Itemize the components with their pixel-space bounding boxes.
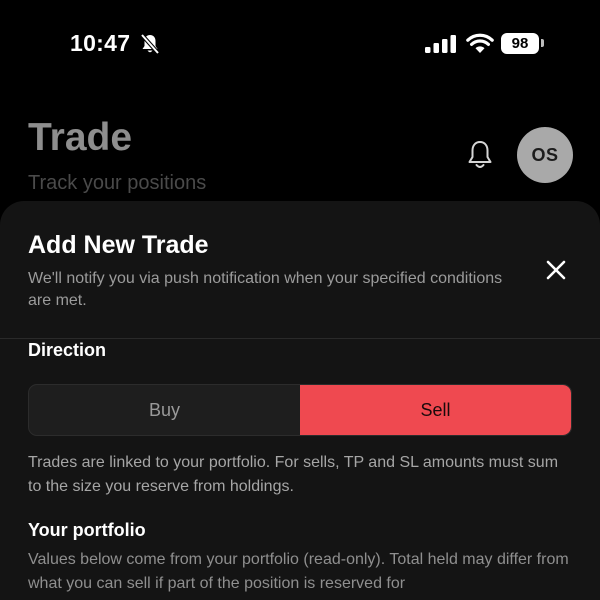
cellular-signal-icon xyxy=(425,35,456,53)
trade-screen: 10:47 98 Trade Track your positions OS A… xyxy=(0,0,600,600)
direction-toggle: Buy Sell xyxy=(28,384,572,436)
avatar-initials: OS xyxy=(531,144,559,165)
battery-icon: 98 xyxy=(501,33,539,54)
status-time: 10:47 xyxy=(70,30,131,56)
add-trade-sheet: Add New Trade We'll notify you via push … xyxy=(0,201,600,600)
buy-option[interactable]: Buy xyxy=(29,385,300,435)
sheet-description: We'll notify you via push notification w… xyxy=(28,270,503,309)
divider xyxy=(0,338,600,339)
page-subtitle: Track your positions xyxy=(28,172,207,194)
avatar[interactable]: OS xyxy=(517,127,573,183)
wifi-icon xyxy=(466,33,494,53)
close-button[interactable] xyxy=(540,254,572,286)
battery-level: 98 xyxy=(511,35,529,52)
portfolio-description: Values below come from your portfolio (r… xyxy=(28,551,569,592)
close-icon xyxy=(546,260,566,280)
battery-nub xyxy=(541,39,544,47)
page-title: Trade xyxy=(28,116,133,159)
status-bar: 10:47 98 xyxy=(0,0,600,88)
bell-slash-icon xyxy=(140,33,160,55)
direction-label: Direction xyxy=(28,340,107,360)
direction-help-text: Trades are linked to your portfolio. For… xyxy=(28,454,559,495)
portfolio-label: Your portfolio xyxy=(28,520,146,540)
notification-bell-icon[interactable] xyxy=(466,139,494,170)
sheet-title: Add New Trade xyxy=(28,231,209,259)
sell-option[interactable]: Sell xyxy=(300,385,571,435)
